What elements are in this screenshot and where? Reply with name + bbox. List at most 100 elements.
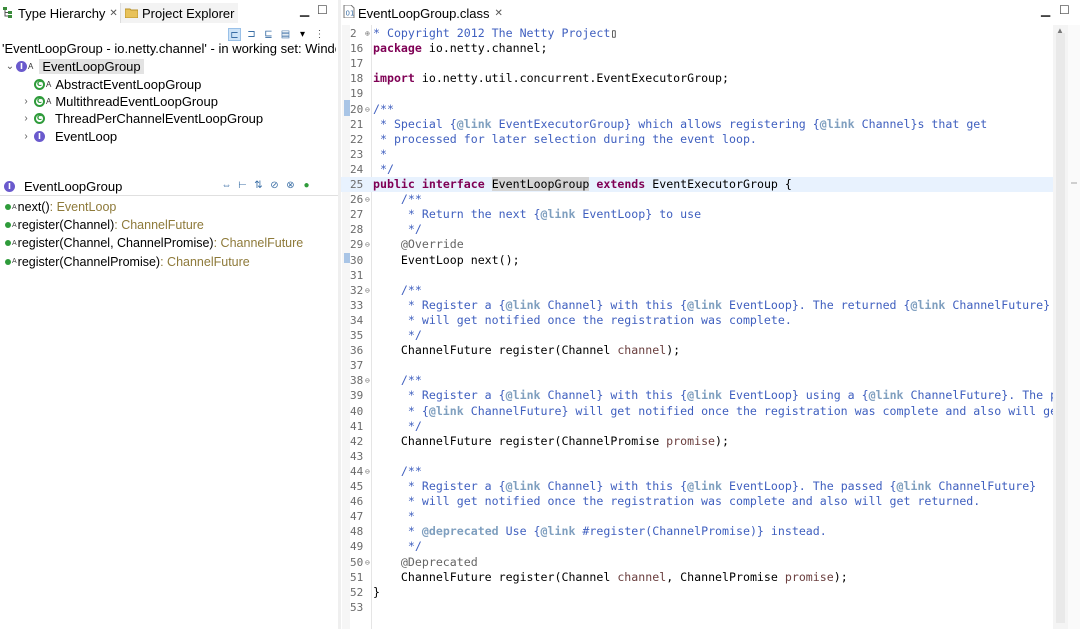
code-line[interactable]: 24 */ [341,162,1053,177]
code-line[interactable]: 17 [341,56,1053,71]
member-next[interactable]: A next() : EventLoop [0,198,338,216]
collapse-fold-icon[interactable]: ⊖ [365,464,370,479]
code-line[interactable]: 46 * will get notified once the registra… [341,494,1053,509]
scrollbar-thumb[interactable] [1056,33,1065,623]
collapse-fold-icon[interactable]: ⊖ [365,237,370,252]
close-icon[interactable]: ✕ [109,8,117,19]
comment-token: * Return the next { [373,207,541,222]
code-area[interactable]: 2 ⊕ * Copyright 2012 The Netty Project▯ 16 p… [341,25,1053,629]
expand-fold-icon[interactable]: ⊕ [365,26,370,41]
code-line[interactable]: 29 ⊖ @Override [341,237,1053,252]
collapse-fold-icon[interactable]: ⊖ [365,555,370,570]
code-text: ChannelFuture register(Channel channel, … [373,570,848,585]
code-line[interactable]: 31 [341,268,1053,283]
code-line[interactable]: 19 [341,86,1053,101]
code-line[interactable]: 30 EventLoop next(); [341,253,1053,268]
code-text: /** [373,102,394,117]
hide-nonpublic-icon[interactable]: ● [300,179,313,192]
show-inherited-icon[interactable]: ⊢ [236,179,249,192]
code-line[interactable]: 27 * Return the next {@link EventLoop} t… [341,207,1053,222]
code-line[interactable]: 23 * [341,147,1053,162]
tree-item-eventloopgroup[interactable]: ⌄ I A EventLoopGroup [0,58,338,75]
collapse-fold-icon[interactable]: ⊖ [365,283,370,298]
code-line[interactable]: 43 [341,449,1053,464]
javadoc-tag-token: @link [687,388,723,403]
code-line[interactable]: 47 * [341,509,1053,524]
code-token: , ChannelPromise [666,569,785,584]
tab-project-explorer[interactable]: Project Explorer [120,3,239,23]
view-menu-chevron-down-icon[interactable]: ▾ [296,28,309,41]
chevron-right-icon[interactable]: › [20,113,32,124]
code-line[interactable]: 33 * Register a {@link Channel} with thi… [341,298,1053,313]
tree-item-eventloop[interactable]: › I EventLoop [0,128,338,145]
tree-item-threadperchanneleventloopgroup[interactable]: › C ThreadPerChannelEventLoopGroup [0,110,338,127]
line-number: 34 [350,313,364,327]
code-line[interactable]: 26 ⊖ /** [341,192,1053,207]
tree-item-abstracteventloopgroup[interactable]: C A AbstractEventLoopGroup [0,75,338,92]
code-line[interactable]: 36 ChannelFuture register(Channel channe… [341,343,1053,358]
minimize-icon[interactable]: ▁ [300,3,309,17]
code-line[interactable]: 16 package io.netty.channel; [341,41,1053,56]
collapse-fold-icon[interactable]: ⊖ [365,373,370,388]
code-line[interactable]: 49 */ [341,539,1053,554]
code-line[interactable]: 41 */ [341,419,1053,434]
chevron-down-icon[interactable]: ⌄ [4,61,16,72]
member-register-channel-promise[interactable]: A register(Channel, ChannelPromise) : Ch… [0,234,338,252]
history-icon[interactable]: ▤ [279,28,292,41]
member-register-promise[interactable]: A register(ChannelPromise) : ChannelFutu… [0,253,338,271]
maximize-icon[interactable]: ☐ [317,3,328,17]
code-line[interactable]: 50 ⊖ @Deprecated [341,555,1053,570]
code-line[interactable]: 21 * Special {@link EventExecutorGroup} … [341,117,1053,132]
code-line[interactable]: 40 * {@link ChannelFuture} will get noti… [341,404,1053,419]
chevron-right-icon[interactable]: › [20,131,32,142]
code-line[interactable]: 38 ⊖ /** [341,373,1053,388]
members-header-label: EventLoopGroup [24,178,123,194]
code-line[interactable]: 37 [341,358,1053,373]
code-line[interactable]: 20 ⊖/** [341,102,1053,117]
tab-type-hierarchy[interactable]: Type Hierarchy ✕ [2,2,118,24]
code-line[interactable]: 2 ⊕ * Copyright 2012 The Netty Project▯ [341,26,1053,41]
minimize-icon[interactable]: ▁ [1041,3,1050,17]
chevron-right-icon[interactable]: › [20,96,32,107]
member-register-channel[interactable]: A register(Channel) : ChannelFuture [0,216,338,234]
more-options-icon[interactable]: ⋮ [313,28,326,41]
collapse-fold-icon[interactable]: ⊖ [365,192,370,207]
collapse-fold-icon[interactable]: ⊖ [365,102,370,117]
sort-members-icon[interactable]: ⇅ [252,179,265,192]
code-line[interactable]: 48 * @deprecated Use {@link #register(Ch… [341,524,1053,539]
code-line[interactable]: 39 * Register a {@link Channel} with thi… [341,388,1053,403]
keyword-token: extends [596,177,646,191]
code-line[interactable]: 34 * will get notified once the registra… [341,313,1053,328]
code-text: public interface EventLoopGroup extends … [373,177,792,192]
javadoc-tag-token: @link [540,207,576,222]
editor-tab[interactable]: 01 EventLoopGroup.class ✕ [343,3,503,23]
code-line[interactable]: 28 */ [341,222,1053,237]
code-line[interactable]: 45 * Register a {@link Channel} with thi… [341,479,1053,494]
code-text: /** [373,192,422,207]
vertical-scrollbar[interactable]: ▲ [1053,25,1068,629]
code-line[interactable]: 53 [341,600,1053,615]
comment-token: EventLoop} to use [575,207,702,222]
code-line[interactable]: 18 import io.netty.util.concurrent.EventE… [341,71,1053,86]
hide-static-icon[interactable]: ⊗ [284,179,297,192]
hide-fields-icon[interactable]: ⊘ [268,179,281,192]
code-line[interactable]: 22 * processed for later selection durin… [341,132,1053,147]
maximize-icon[interactable]: ☐ [1059,3,1070,17]
comment-token: * Register a { [373,479,506,493]
lock-view-icon[interactable]: ⇔ [220,179,233,192]
code-line[interactable]: 42 ChannelFuture register(ChannelPromise… [341,434,1053,449]
line-number: 25 [350,178,364,191]
code-line[interactable]: 51 ChannelFuture register(Channel channe… [341,570,1053,585]
code-line[interactable]: 44 ⊖ /** [341,464,1053,479]
code-line[interactable]: 25 public interface EventLoopGroup extend… [341,177,1053,193]
show-supertype-hierarchy-icon[interactable]: ⊐ [245,28,258,41]
code-line[interactable]: 35 */ [341,328,1053,343]
javadoc-tag-token: @link [540,524,576,539]
line-number: 47 [350,510,364,524]
tree-item-multithreadeventloopgroup[interactable]: › C A MultithreadEventLoopGroup [0,93,338,110]
close-icon[interactable]: ✕ [495,8,503,19]
code-line[interactable]: 52} [341,585,1053,600]
show-subtype-hierarchy-icon[interactable]: ⊑ [262,28,275,41]
show-type-hierarchy-icon[interactable]: ⊏ [228,27,241,41]
code-line[interactable]: 32 ⊖ /** [341,283,1053,298]
